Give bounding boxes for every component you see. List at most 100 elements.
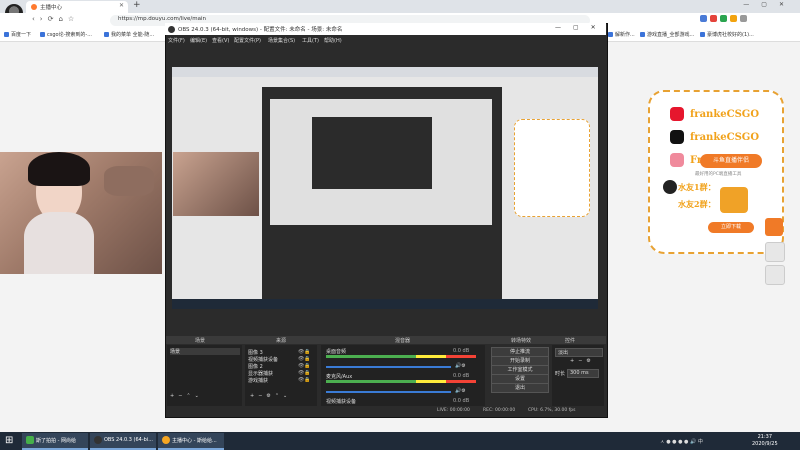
side-tool-button[interactable] xyxy=(765,265,785,285)
mixer-track-name: 视频捕获设备 xyxy=(326,399,357,405)
obs-preview[interactable] xyxy=(172,67,598,309)
bookmark-icon xyxy=(4,32,9,37)
weibo-icon xyxy=(670,107,684,121)
background-object xyxy=(104,166,154,196)
promo-tiktok-name: frankeCSGO xyxy=(690,132,760,143)
system-tray[interactable]: ㅅ ● ● ● ● 🔊 中 xyxy=(660,438,703,445)
promo-mascot-icon xyxy=(720,187,748,213)
nested-promo xyxy=(514,119,590,217)
obs-menubar xyxy=(166,35,606,44)
webcam-feed xyxy=(0,152,162,274)
browser-tab[interactable]: 主播中心 ✕ xyxy=(26,1,128,13)
menu-icon[interactable] xyxy=(740,15,747,22)
mute-icon[interactable]: 🔊⚙ xyxy=(455,363,466,369)
bookmark-icon xyxy=(40,32,45,37)
bookmark-icon xyxy=(104,32,109,37)
bookmark-item[interactable]: 游戏直播_全部游戏... xyxy=(640,31,694,38)
volume-slider[interactable] xyxy=(326,391,451,393)
mixer-track-name: 麦克风/Aux xyxy=(326,374,353,380)
bookmark-item[interactable]: csgo论-搜索到的-... xyxy=(40,31,92,38)
side-edit-button[interactable] xyxy=(765,242,785,262)
controls-dock-title: 控件 xyxy=(565,338,576,344)
menu-scene-collection[interactable]: 场景集合(S) xyxy=(268,37,295,44)
exit-button[interactable]: 退出 xyxy=(491,383,549,393)
duration-value: 300 ms xyxy=(570,370,589,376)
source-item[interactable]: 游戏捕获 xyxy=(248,377,268,384)
transition-name: 淡出 xyxy=(558,350,569,356)
source-item[interactable]: 图像 2 xyxy=(248,363,263,370)
transitions-dock-title: 转场特效 xyxy=(511,338,532,344)
shirt xyxy=(24,212,94,274)
clock-date: 2020/9/25 xyxy=(752,441,778,447)
nested-obs-2 xyxy=(312,117,432,189)
transition-toolbar[interactable]: +−⚙ xyxy=(570,358,595,364)
taskbar-app-obs[interactable]: OBS 24.0.3 (64-bi... xyxy=(90,433,156,450)
app-icon xyxy=(26,436,34,444)
dock-headers xyxy=(166,336,606,344)
obs-app-icon xyxy=(94,436,102,444)
download-button[interactable]: 立即下载 xyxy=(708,222,754,233)
promo-subtitle: 最好用的PC端直播工具 xyxy=(695,172,742,177)
bilibili-icon xyxy=(670,153,684,167)
extension-icon[interactable] xyxy=(700,15,707,22)
extension-icons[interactable] xyxy=(700,15,750,24)
promo-weibo-name: frankeCSGO xyxy=(690,109,760,120)
volume-slider[interactable] xyxy=(326,366,451,368)
obs-window-controls[interactable]: —▢✕ xyxy=(555,24,608,31)
qq-icon xyxy=(663,180,677,194)
menu-edit[interactable]: 编辑(E) xyxy=(190,37,207,44)
scene-item[interactable]: 场景 xyxy=(170,348,240,355)
mixer-track-value: 0.0 dB xyxy=(453,348,470,354)
status-live: LIVE: 00:00:00 xyxy=(437,408,470,413)
side-share-button[interactable] xyxy=(765,218,783,236)
source-item[interactable]: 视频捕获设备 xyxy=(248,356,278,363)
extension-icon[interactable] xyxy=(720,15,727,22)
bookmark-icon xyxy=(608,32,613,37)
mixer-track-value: 0.0 dB xyxy=(453,373,470,379)
source-visibility-icons[interactable]: 👁🔒 👁🔒 👁🔒 👁🔒 👁🔒 xyxy=(298,349,311,384)
nested-taskbar xyxy=(172,299,598,309)
scene-toolbar[interactable]: +−⌃⌄ xyxy=(170,393,203,399)
mixer-track-value: 0.0 dB xyxy=(453,398,470,404)
new-tab-button[interactable]: + xyxy=(133,0,141,10)
duration-label: 时长 xyxy=(555,371,566,377)
mixer-track-name: 桌面音频 xyxy=(326,349,347,355)
promo-qq-group-2: 水友2群： xyxy=(678,199,716,209)
volume-meter xyxy=(326,380,476,383)
source-item[interactable]: 显示器捕获 xyxy=(248,370,273,377)
bookmark-item[interactable]: 豪博虎社校好的(1)... xyxy=(700,31,754,38)
bookmark-item[interactable]: 百度一下 xyxy=(4,31,31,38)
obs-title: OBS 24.0.3 (64-bit, windows) - 配置文件: 未命名… xyxy=(178,27,343,33)
status-cpu: CPU: 6.7%, 30.00 fps xyxy=(528,408,576,413)
nav-buttons[interactable]: ‹›⟳⌂☆ xyxy=(32,15,79,23)
mixer-dock-title: 混音器 xyxy=(395,338,411,344)
bookmark-icon xyxy=(640,32,645,37)
source-toolbar[interactable]: +−⚙⌃⌄ xyxy=(250,393,291,399)
menu-view[interactable]: 查看(V) xyxy=(212,37,229,44)
douyu-favicon-icon xyxy=(31,4,37,10)
taskbar-app[interactable]: 斯了拍拍 - 网尚给 xyxy=(22,433,88,450)
tab-title: 主播中心 xyxy=(40,5,63,11)
obs-logo-icon xyxy=(168,26,175,33)
bookmark-icon xyxy=(700,32,705,37)
extension-icon[interactable] xyxy=(710,15,717,22)
browser-app-icon xyxy=(162,436,170,444)
extension-icon[interactable] xyxy=(730,15,737,22)
mute-icon[interactable]: 🔊⚙ xyxy=(455,388,466,394)
bookmark-item[interactable]: 解新作... xyxy=(608,31,635,38)
tiktok-icon xyxy=(670,130,684,144)
nested-browser-bar xyxy=(172,67,598,77)
menu-profile[interactable]: 配置文件(P) xyxy=(234,37,261,44)
windows-start-icon[interactable]: ⊞ xyxy=(5,435,13,446)
sources-dock-title: 来源 xyxy=(276,338,287,344)
window-controls[interactable]: —▢✕ xyxy=(743,1,796,8)
menu-tools[interactable]: 工具(T) xyxy=(302,37,319,44)
menu-file[interactable]: 文件(F) xyxy=(168,37,185,44)
close-tab-icon[interactable]: ✕ xyxy=(119,2,124,9)
scenes-dock-title: 场景 xyxy=(195,338,206,344)
bookmark-item[interactable]: 我的菜单 全能-随... xyxy=(104,31,154,38)
menu-help[interactable]: 帮助(H) xyxy=(324,37,342,44)
taskbar-app-browser[interactable]: 主播中心 - 斯给给... xyxy=(158,433,224,450)
clock[interactable]: 21:37 2020/9/25 xyxy=(752,434,778,448)
source-item[interactable]: 图像 3 xyxy=(248,349,263,356)
